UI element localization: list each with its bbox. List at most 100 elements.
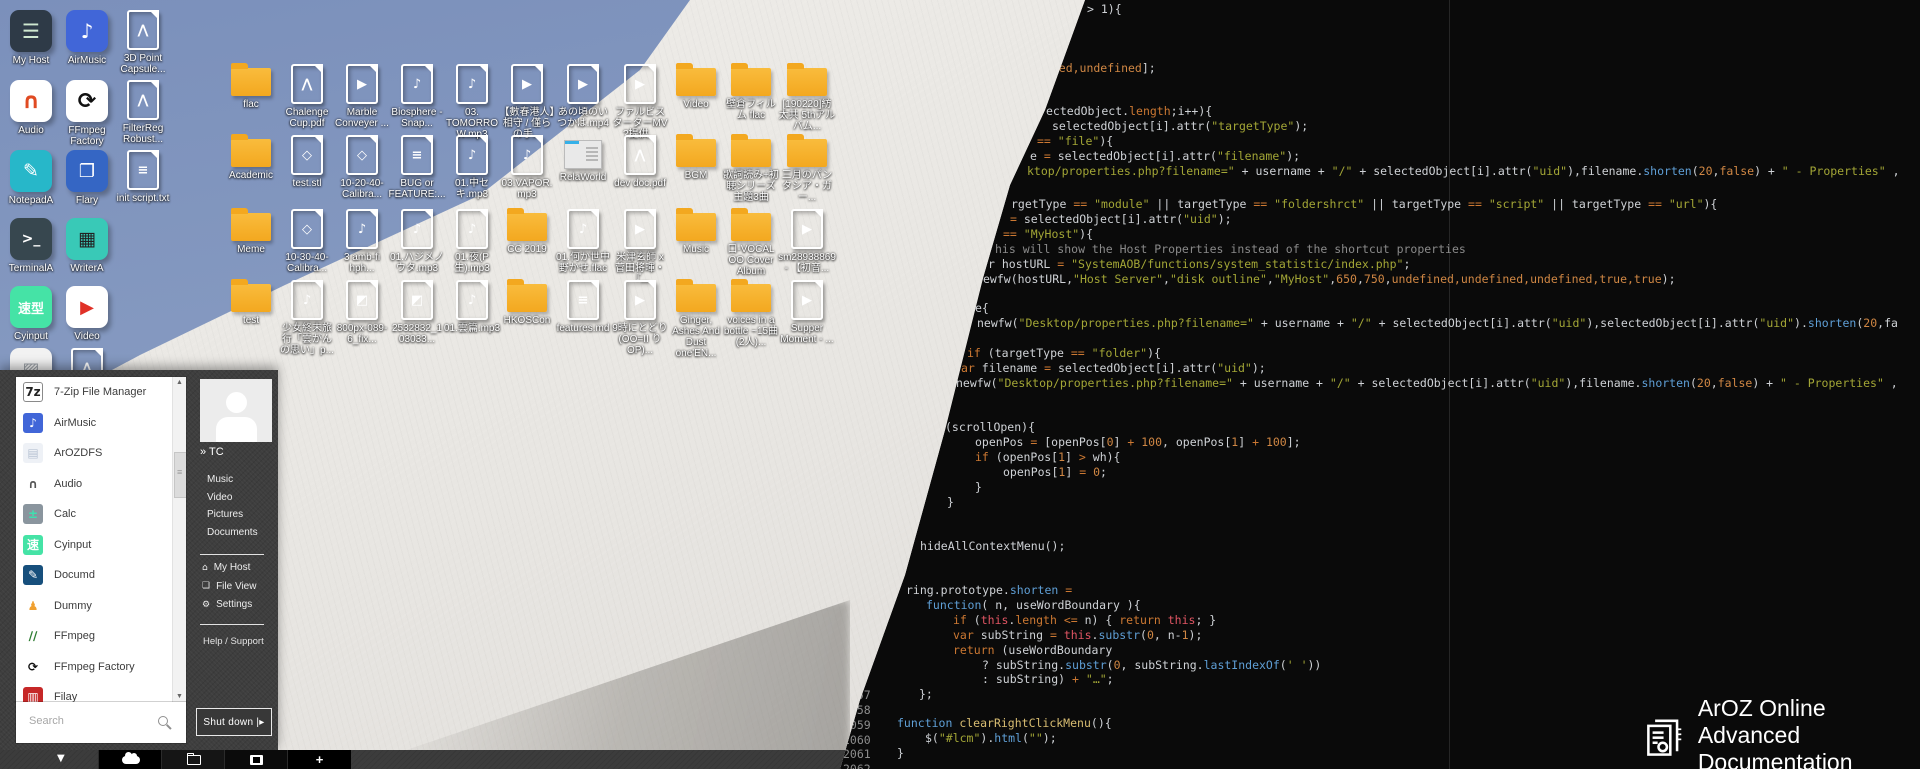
desktop-app-icon[interactable]: ▦WriterA (58, 218, 116, 274)
desktop-file-icon[interactable]: 歌詞読み+初聴シリーズ 主題3曲 (722, 135, 780, 203)
desktop-file-icon[interactable]: ◩800px-089-6_fix... (333, 280, 391, 345)
start-menu-item-audio[interactable]: ∩Audio (16, 469, 186, 500)
desktop-file-icon[interactable]: ≡features.md (554, 280, 612, 334)
desktop-app-icon[interactable]: ≡init script.txt (114, 150, 172, 204)
desktop-file-icon[interactable]: ♪01.何か世中野かせ.flac (554, 209, 612, 274)
taskbar-cloud-button[interactable] (98, 750, 162, 769)
desktop-file-icon[interactable]: ♪03.VAPOR.mp3 (498, 135, 556, 200)
desktop-file-icon[interactable]: ≡BUG or FEATURE:... (388, 135, 446, 200)
app-list-scrollbar[interactable]: ▲ ▼ (172, 377, 186, 702)
desktop-file-icon[interactable]: RelaWorld (554, 135, 612, 183)
scroll-down-icon[interactable]: ▼ (173, 693, 186, 700)
app-icon: ⟳ (23, 657, 43, 677)
desktop-file-icon[interactable]: HKOSCon (498, 280, 556, 326)
desktop-icon-label: TerminalA (2, 263, 60, 274)
library-link-music[interactable]: Music (207, 474, 233, 485)
taskbar-chevron-down-icon[interactable]: ▼ (57, 753, 65, 764)
desktop-file-icon[interactable]: 口-VOCAL OO Cover Album (722, 209, 780, 277)
taskbar-media-button[interactable] (224, 750, 288, 769)
desktop-file-icon[interactable]: ▶ファルビスターターMV ?提供... (611, 64, 669, 140)
desktop-file-icon[interactable]: voices in a bottle ~15曲(2人)... (722, 280, 780, 348)
start-menu-item-7-zip-file-manager[interactable]: 7z7-Zip File Manager (16, 377, 186, 408)
desktop-app-icon[interactable]: ⋀3D Point Capsule... (114, 10, 172, 75)
system-link-my-host[interactable]: ⌂My Host (202, 562, 250, 573)
desktop-icon-label: 9時にとどり (OO=II り OP)... (611, 323, 669, 356)
desktop-file-icon[interactable]: 三月のパンタシア・ガー... (778, 135, 836, 203)
desktop-file-icon[interactable]: ▶sm28938869 - 【初音... (778, 209, 836, 274)
desktop-icon-label: 少女終末旅行「雲がんの思い」p... (278, 323, 336, 356)
shutdown-button[interactable]: Shut down |▸ (196, 708, 272, 736)
desktop-file-icon[interactable]: test (222, 280, 280, 326)
desktop-app-icon[interactable]: ✎NotepadA (2, 150, 60, 206)
desktop-file-icon[interactable]: ◩2532832_1 03033... (388, 280, 446, 345)
start-menu-item-calc[interactable]: ±Calc (16, 499, 186, 530)
desktop-file-icon[interactable]: ♪3 amb-fi hph... (333, 209, 391, 274)
desktop-file-icon[interactable]: ♪01.夜(P生).mp3 (443, 209, 501, 274)
start-menu-item-ffmpeg-factory[interactable]: ⟳FFmpeg Factory (16, 652, 186, 683)
taskbar-file-view-button[interactable] (161, 750, 225, 769)
file-page-icon: ⋀ (624, 135, 656, 175)
start-menu-item-cyinput[interactable]: 速Cyinput (16, 530, 186, 561)
taskbar-add-button[interactable]: + (287, 750, 351, 769)
desktop-app-icon[interactable]: ❐Flary (58, 150, 116, 206)
file-page-icon: ▶ (624, 209, 656, 249)
desktop-file-icon[interactable]: CC 2019 (498, 209, 556, 255)
system-link-settings[interactable]: ⚙Settings (202, 599, 252, 610)
library-link-documents[interactable]: Documents (207, 527, 258, 538)
scrollbar-thumb[interactable] (174, 452, 186, 498)
desktop-file-icon[interactable]: ◇10-20-40-Calibra... (333, 135, 391, 200)
library-link-video[interactable]: Video (207, 492, 232, 503)
search-input[interactable]: Search (29, 715, 64, 727)
desktop-file-icon[interactable]: ◇10-30-40-Calibra... (278, 209, 336, 274)
library-link-pictures[interactable]: Pictures (207, 509, 243, 520)
desktop-file-icon[interactable]: Ginger, Ashes And Dust one'EN... (667, 280, 725, 359)
desktop-app-icon[interactable]: ♪AirMusic (58, 10, 116, 66)
desktop-file-icon[interactable]: 壁倉フィルム flac (722, 64, 780, 121)
desktop-app-icon[interactable]: ⋀FilterReg Robust... (114, 80, 172, 145)
desktop-file-icon[interactable]: ♪Biosphere - Snap... (388, 64, 446, 129)
desktop-file-icon[interactable]: ▶Supper Moment - ... (778, 280, 836, 345)
system-link-file-view[interactable]: ❏File View (202, 581, 256, 592)
desktop-file-icon[interactable]: Music (667, 209, 725, 255)
start-menu-item-documd[interactable]: ✎Documd (16, 560, 186, 591)
file-page-icon: ⋀ (127, 80, 159, 120)
start-menu-item-label: Audio (54, 478, 82, 490)
search-icon[interactable] (158, 716, 168, 726)
desktop-file-icon[interactable]: ▶【數春港人】相守 / 僅らの手... (498, 64, 556, 140)
scroll-up-icon[interactable]: ▲ (173, 379, 186, 386)
start-menu-item-dummy[interactable]: ♟Dummy (16, 591, 186, 622)
help-support-link[interactable]: Help / Support (203, 636, 264, 647)
desktop-app-icon[interactable]: ∩Audio (2, 80, 60, 136)
desktop-file-icon[interactable]: [190220]紡太共 5thアルバム... (778, 64, 836, 132)
desktop-file-icon[interactable]: ▶あの頃のいつかは.mp4 (554, 64, 612, 129)
desktop-app-icon[interactable]: >_TerminalA (2, 218, 60, 274)
desktop-file-icon[interactable]: ◇test.stl (278, 135, 336, 189)
start-menu-item-ffmpeg[interactable]: ∕∕FFmpeg (16, 621, 186, 652)
desktop-file-icon[interactable]: ⋀dev doc.pdf (611, 135, 669, 189)
desktop-app-icon[interactable]: ☰My Host (2, 10, 60, 66)
start-menu-item-arozdfs[interactable]: ▤ArOZDFS (16, 438, 186, 469)
desktop-file-icon[interactable]: ▶9時にとどり (OO=II り OP)... (611, 280, 669, 356)
desktop-file-icon[interactable]: ♪03. TOMORROW.mp3 (443, 64, 501, 140)
desktop-app-icon[interactable]: ▶Video (58, 286, 116, 342)
start-menu-search[interactable]: Search (16, 702, 186, 743)
desktop-file-icon[interactable]: ♪少女終末旅行「雲がんの思い」p... (278, 280, 336, 356)
desktop-app-icon[interactable]: ⟳FFmpeg Factory (58, 80, 116, 147)
desktop-icon-label: BGM (667, 170, 725, 181)
desktop-file-icon[interactable]: ▶米津玄師 x 菅田将暉・『... (611, 209, 669, 285)
desktop-file-icon[interactable]: ♪01.ハジメノウタ.mp3 (388, 209, 446, 274)
desktop-file-icon[interactable]: ▶Marble Conveyer ... (333, 64, 391, 129)
desktop-file-icon[interactable]: Video (667, 64, 725, 110)
desktop-file-icon[interactable]: BGM (667, 135, 725, 181)
desktop-file-icon[interactable]: ♪01.雲篇.mp3 (443, 280, 501, 334)
desktop-file-icon[interactable]: Academic (222, 135, 280, 181)
desktop-app-icon[interactable]: 速型Cyinput (2, 286, 60, 342)
start-menu-item-airmusic[interactable]: ♪AirMusic (16, 408, 186, 439)
file-view-icon (187, 755, 201, 765)
desktop-file-icon[interactable]: flac (222, 64, 280, 110)
desktop-file-icon[interactable]: ⋀Chalenge Cup.pdf (278, 64, 336, 129)
desktop-icon-label: [190220]紡太共 5thアルバム... (778, 99, 836, 132)
desktop-file-icon[interactable]: ♪01.中セキ.mp3 (443, 135, 501, 200)
desktop-file-icon[interactable]: Meme (222, 209, 280, 255)
start-menu-item-filay[interactable]: ▥Filay (16, 682, 186, 702)
